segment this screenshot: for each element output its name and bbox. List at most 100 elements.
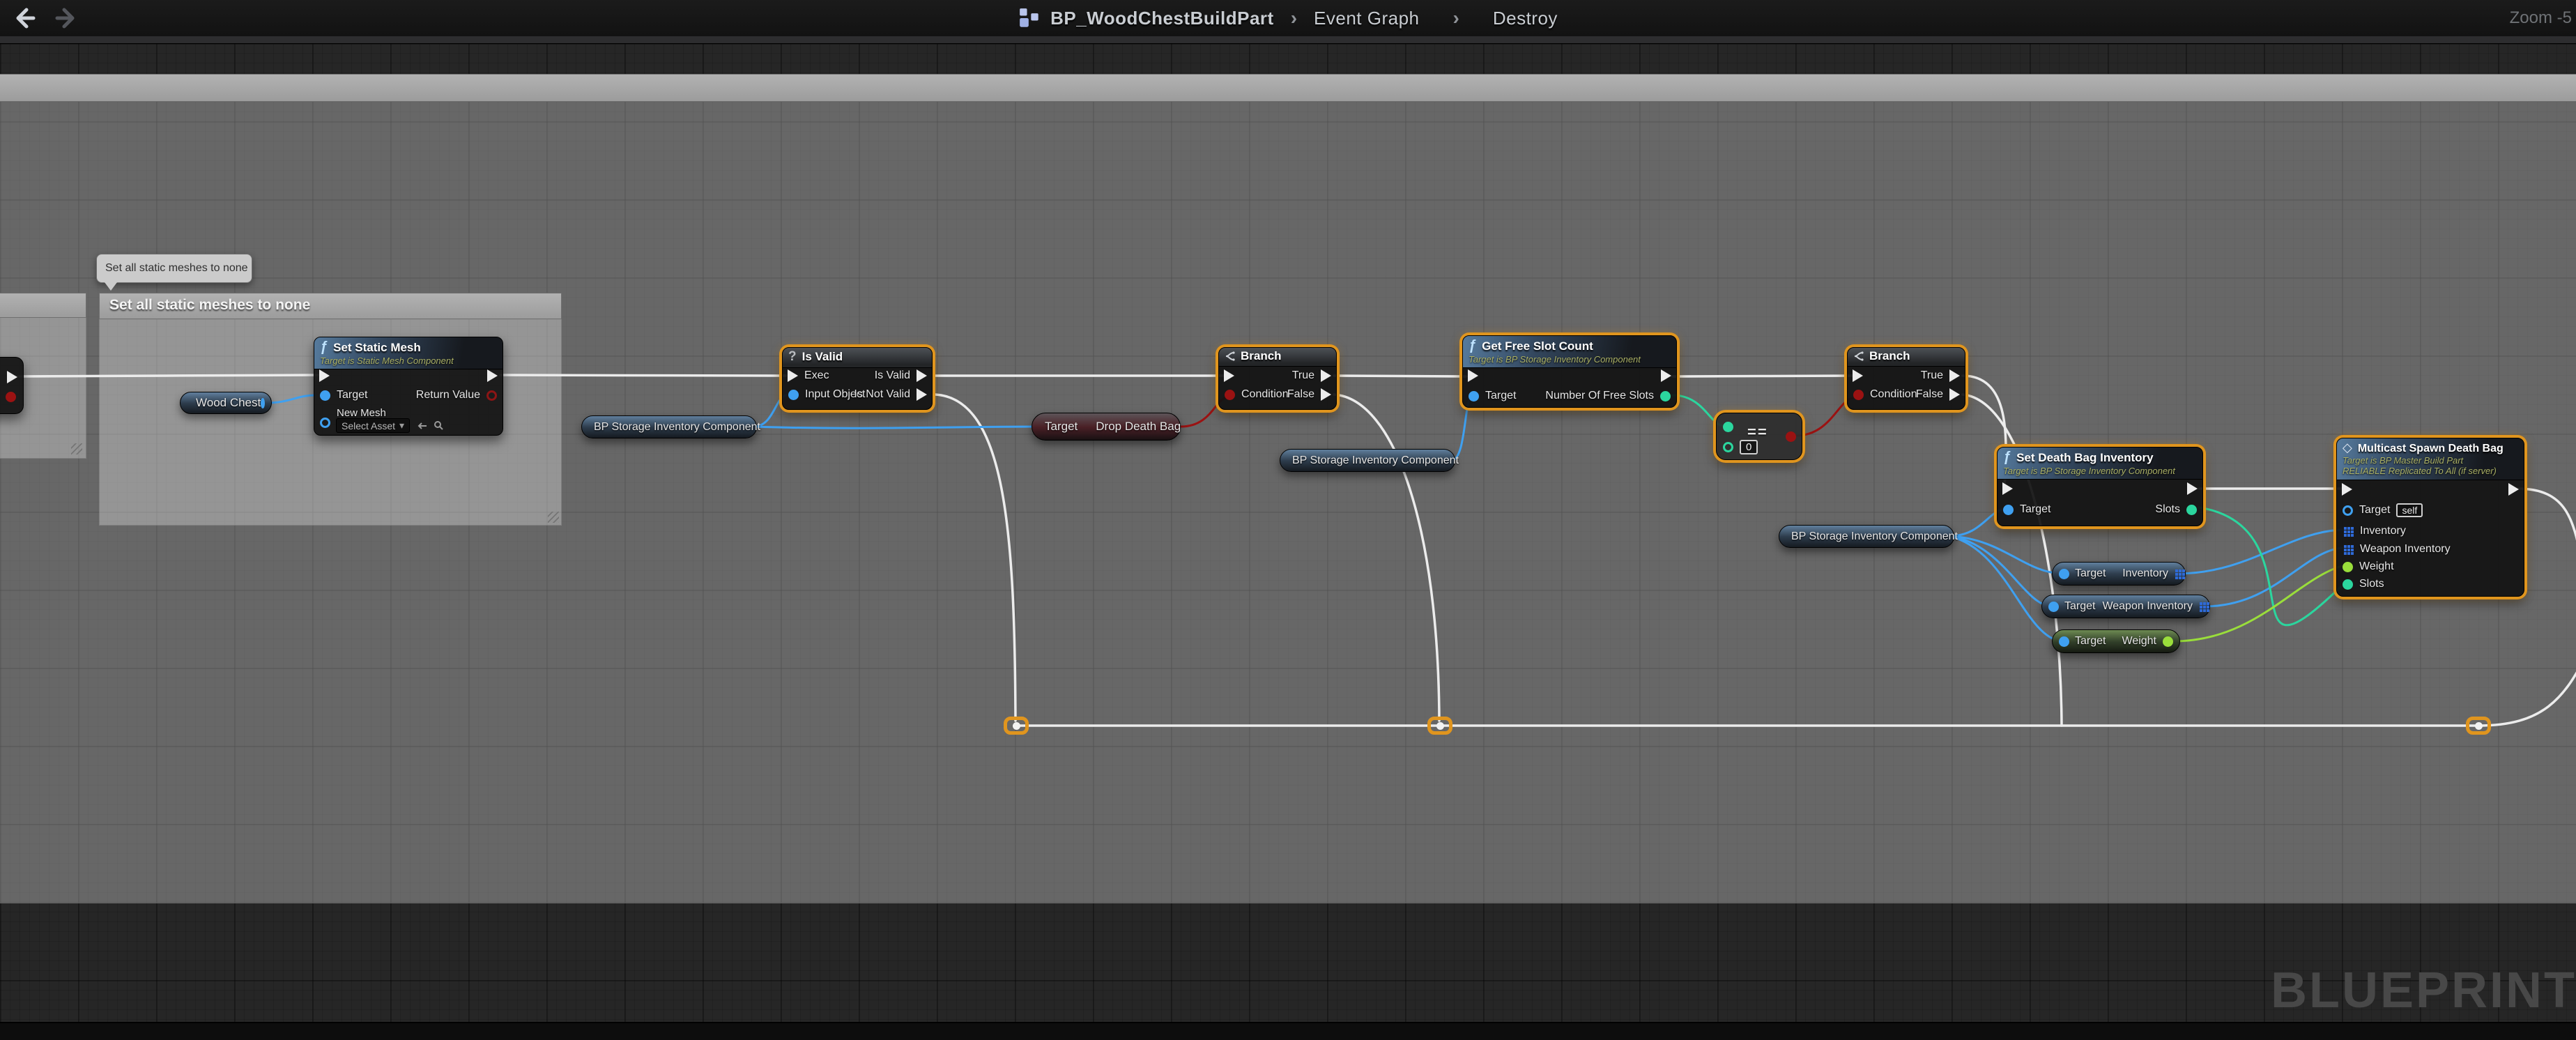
node-drop-death-bag[interactable]: Target Drop Death Bag bbox=[1032, 413, 1181, 441]
reroute-node[interactable] bbox=[1427, 717, 1452, 735]
int-in-pin-a[interactable] bbox=[1723, 422, 1733, 432]
exec-out-pin[interactable] bbox=[7, 371, 17, 383]
node-header[interactable]: ƒ Set Static Mesh Target is Static Mesh … bbox=[314, 337, 503, 369]
exec-in-pin[interactable] bbox=[1853, 369, 1863, 382]
target-pin[interactable] bbox=[320, 390, 330, 401]
use-selected-icon[interactable] bbox=[416, 421, 427, 431]
target-pin[interactable] bbox=[1469, 391, 1479, 402]
self-reference-tag[interactable]: self bbox=[2396, 503, 2423, 517]
target-pin[interactable] bbox=[2059, 636, 2069, 647]
float-out-pin[interactable] bbox=[2163, 636, 2173, 647]
node-storage-component-getter[interactable]: BP Storage Inventory Component bbox=[1280, 449, 1455, 472]
target-pin[interactable] bbox=[2003, 505, 2014, 515]
pin-label: New Mesh bbox=[337, 407, 386, 419]
bool-pin[interactable] bbox=[6, 392, 16, 402]
node-set-death-bag-inventory[interactable]: ƒ Set Death Bag Inventory Target is BP S… bbox=[1997, 447, 2203, 526]
exec-in-pin[interactable] bbox=[319, 369, 330, 382]
exec-in-pin[interactable] bbox=[1224, 369, 1234, 382]
pin-label: Slots bbox=[2155, 503, 2180, 516]
node-storage-component-getter[interactable]: BP Storage Inventory Component bbox=[1779, 525, 1954, 548]
variable-label: BP Storage Inventory Component bbox=[1791, 530, 1958, 543]
node-title: Is Valid bbox=[802, 350, 843, 364]
exec-in-pin[interactable] bbox=[2002, 482, 2013, 495]
new-mesh-pin[interactable] bbox=[320, 418, 330, 428]
object-out-pin[interactable] bbox=[261, 398, 265, 408]
node-title: Set Death Bag Inventory bbox=[2016, 451, 2154, 465]
false-exec-pin[interactable] bbox=[1949, 388, 1960, 401]
exec-out-pin[interactable] bbox=[2508, 483, 2519, 496]
node-get-inventory[interactable]: Target Inventory bbox=[2052, 562, 2186, 586]
node-branch-2[interactable]: Branch True Condition False bbox=[1847, 347, 1965, 410]
array-out-pin[interactable] bbox=[2175, 569, 2178, 572]
true-exec-pin[interactable] bbox=[1321, 369, 1331, 382]
slots-pin[interactable] bbox=[2343, 579, 2353, 590]
node-branch-1[interactable]: Branch True Condition False bbox=[1218, 347, 1337, 410]
node-subtitle: Target is BP Storage Inventory Component bbox=[1469, 354, 1669, 365]
array-out-pin[interactable] bbox=[2200, 602, 2202, 605]
node-header[interactable]: Branch bbox=[1848, 348, 1965, 367]
node-storage-component-getter[interactable]: BP Storage Inventory Component bbox=[581, 415, 757, 438]
reroute-pin[interactable] bbox=[2475, 722, 2483, 730]
node-header[interactable]: ? Is Valid bbox=[783, 348, 932, 368]
is-not-valid-exec-pin[interactable] bbox=[917, 388, 927, 401]
node-get-weight[interactable]: Target Weight bbox=[2052, 629, 2180, 653]
weapon-inventory-array-pin[interactable] bbox=[2344, 545, 2347, 548]
int-out-pin[interactable] bbox=[1660, 391, 1671, 402]
node-header[interactable]: ƒ Get Free Slot Count Target is BP Stora… bbox=[1463, 336, 1676, 368]
node-header[interactable]: Branch bbox=[1219, 348, 1336, 367]
node-header[interactable]: ƒ Set Death Bag Inventory Target is BP S… bbox=[1998, 448, 2202, 480]
false-exec-pin[interactable] bbox=[1321, 388, 1331, 401]
question-icon: ? bbox=[788, 349, 797, 365]
condition-pin[interactable] bbox=[1853, 390, 1864, 400]
int-value-input[interactable]: 0 bbox=[1740, 440, 1758, 454]
breadcrumb-event-graph[interactable]: Event Graph bbox=[1314, 8, 1419, 29]
reroute-pin[interactable] bbox=[1436, 722, 1444, 730]
node-set-static-mesh[interactable]: ƒ Set Static Mesh Target is Static Mesh … bbox=[314, 337, 503, 436]
pin-label: Return Value bbox=[416, 389, 480, 402]
exec-in-pin[interactable] bbox=[788, 369, 798, 382]
return-value-pin[interactable] bbox=[486, 390, 497, 401]
exec-out-pin[interactable] bbox=[1661, 369, 1671, 382]
reroute-pin[interactable] bbox=[1013, 722, 1020, 730]
browse-icon[interactable] bbox=[434, 420, 444, 431]
node-subtitle: Target is BP Master Build Part bbox=[2343, 455, 2517, 466]
int-in-pin-b[interactable] bbox=[1723, 442, 1733, 452]
breadcrumb-leaf[interactable]: Destroy bbox=[1493, 8, 1558, 29]
inventory-array-pin[interactable] bbox=[2344, 527, 2347, 530]
reroute-node[interactable] bbox=[1004, 717, 1029, 735]
input-object-pin[interactable] bbox=[788, 390, 799, 400]
exec-out-pin[interactable] bbox=[487, 369, 498, 382]
pin-label: Weight bbox=[2122, 635, 2156, 648]
exec-in-pin[interactable] bbox=[1468, 369, 1478, 382]
target-pin[interactable] bbox=[2343, 505, 2353, 516]
select-asset-dropdown[interactable]: Select Asset ▾ bbox=[336, 418, 410, 433]
breadcrumb-root[interactable]: BP_WoodChestBuildPart bbox=[1050, 8, 1274, 29]
exec-out-pin[interactable] bbox=[2187, 482, 2198, 495]
target-pin[interactable] bbox=[2048, 602, 2059, 612]
exec-in-pin[interactable] bbox=[2342, 483, 2352, 496]
node-get-weapon-inventory[interactable]: Target Weapon Inventory bbox=[2041, 595, 2210, 618]
node-equal-int[interactable]: == 0 bbox=[1716, 413, 1802, 460]
multicast-event-icon: ◇ bbox=[2343, 441, 2352, 455]
function-label: Drop Death Bag bbox=[1096, 420, 1181, 434]
top-toolbar: BP_WoodChestBuildPart › Event Graph › De… bbox=[0, 0, 2576, 36]
int-out-pin[interactable] bbox=[2186, 505, 2197, 515]
node-title: Branch bbox=[1241, 349, 1282, 363]
pin-label: True bbox=[1921, 369, 1943, 382]
bool-out-pin[interactable] bbox=[1786, 431, 1796, 442]
reroute-node[interactable] bbox=[2466, 717, 2491, 735]
true-exec-pin[interactable] bbox=[1949, 369, 1960, 382]
condition-pin[interactable] bbox=[1225, 390, 1235, 400]
is-valid-exec-pin[interactable] bbox=[917, 369, 927, 382]
node-get-free-slot-count[interactable]: ƒ Get Free Slot Count Target is BP Stora… bbox=[1462, 335, 1677, 408]
variable-label: Wood Chest bbox=[196, 396, 261, 410]
node-partial-left[interactable] bbox=[0, 357, 24, 414]
node-header[interactable]: ◇ Multicast Spawn Death Bag Target is BP… bbox=[2337, 438, 2524, 480]
node-multicast-spawn-death-bag[interactable]: ◇ Multicast Spawn Death Bag Target is BP… bbox=[2336, 438, 2524, 597]
weight-pin[interactable] bbox=[2343, 562, 2353, 572]
target-pin[interactable] bbox=[2059, 569, 2069, 579]
node-wood-chest-getter[interactable]: Wood Chest bbox=[180, 392, 272, 414]
node-is-valid[interactable]: ? Is Valid Exec Is Valid Input Object Is… bbox=[782, 347, 933, 410]
pin-label: Exec bbox=[804, 369, 829, 382]
pin-label: Number Of Free Slots bbox=[1545, 390, 1654, 402]
